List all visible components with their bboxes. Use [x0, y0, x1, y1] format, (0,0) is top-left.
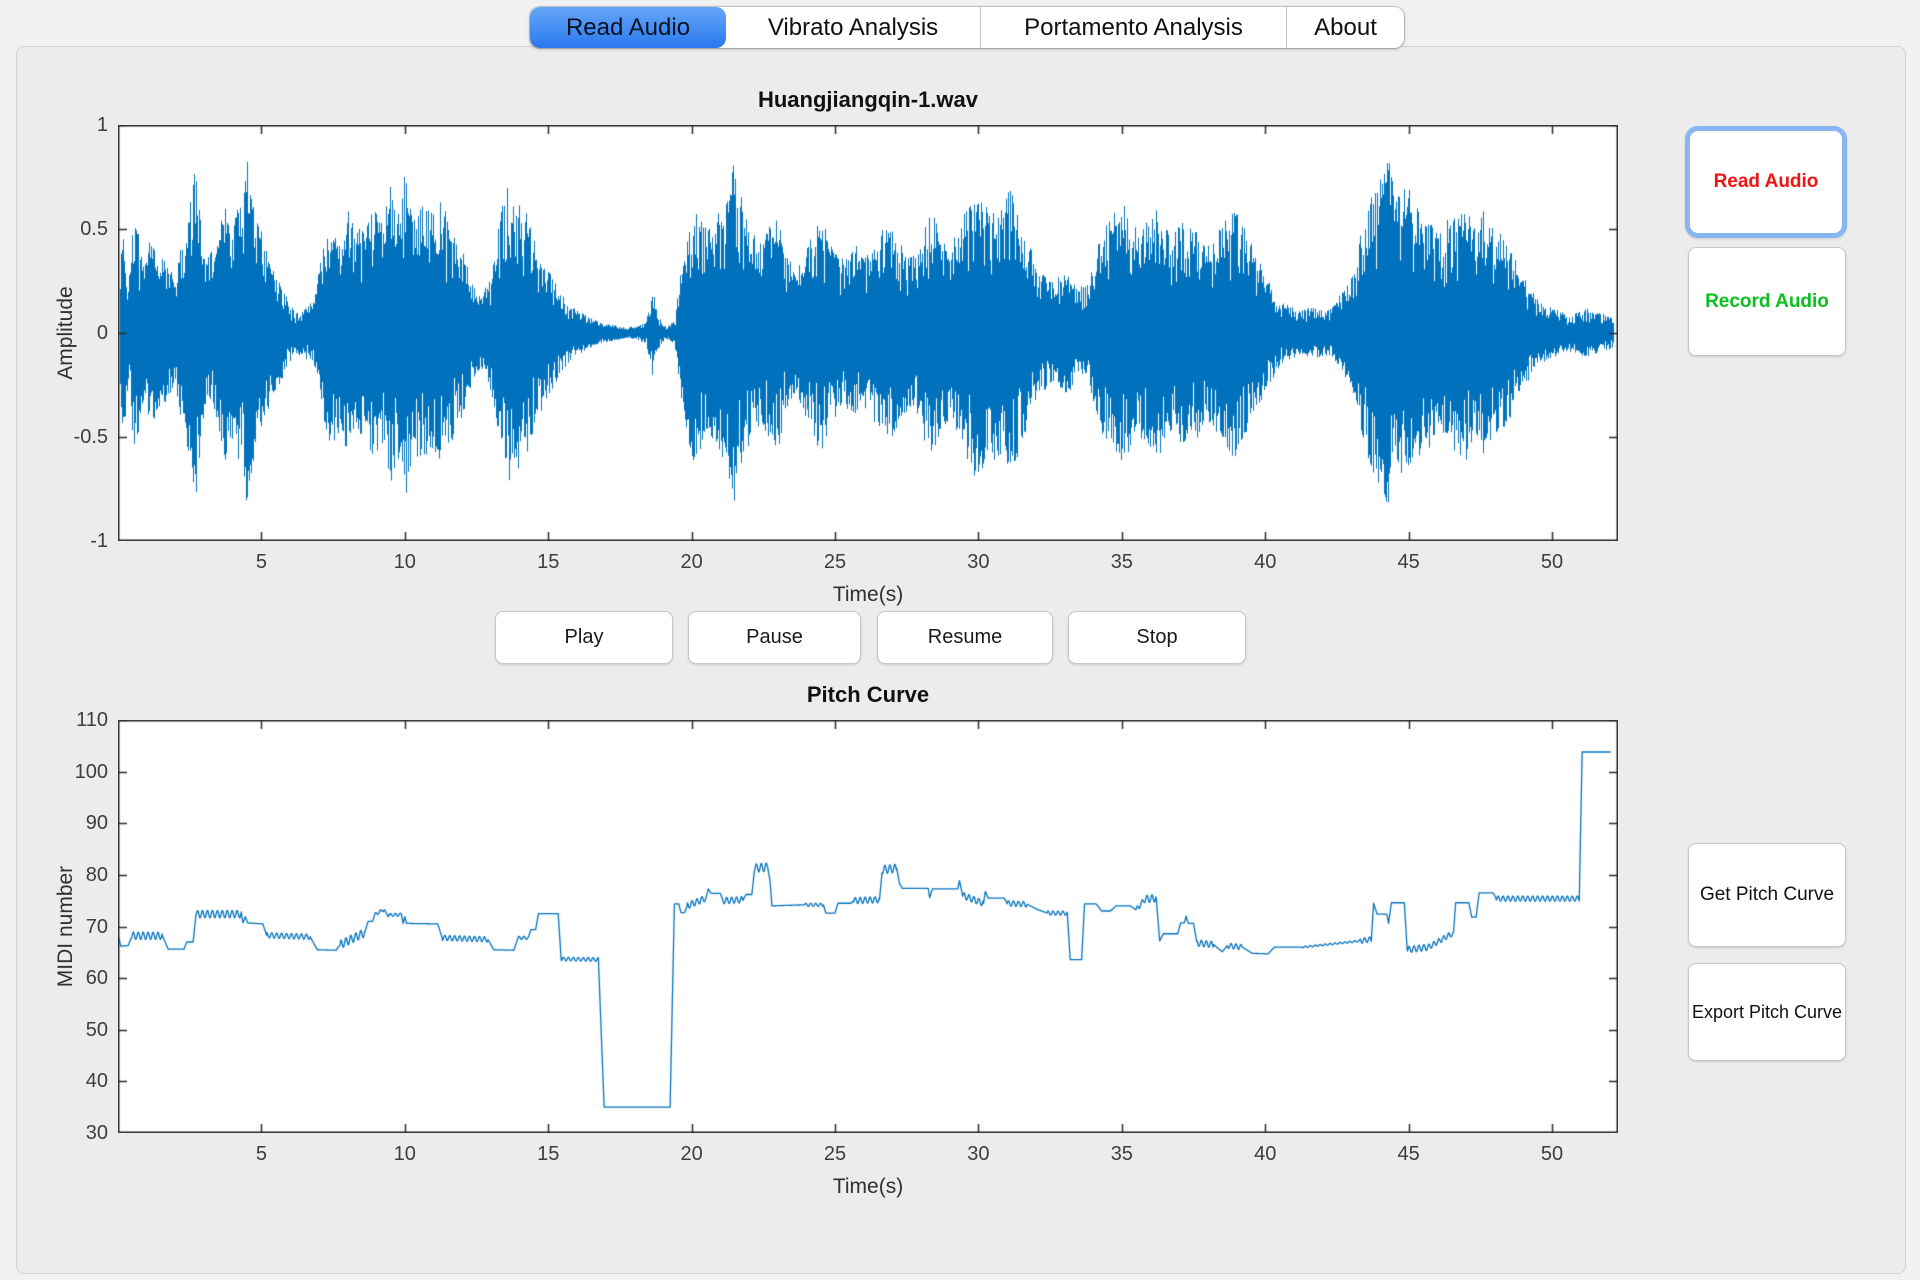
pitch-ylabel: MIDI number	[54, 865, 77, 988]
tab-about[interactable]: About	[1286, 7, 1404, 48]
pitch-curve-plot: Pitch Curve 5 10 15 20 25 30 35 40 45 50 110 100 90 8…	[54, 682, 1618, 1198]
pitch-curve-canvas	[118, 720, 1618, 1133]
record-audio-button[interactable]: Record Audio	[1688, 247, 1846, 356]
waveform-plot: Huangjiangqin-1.wav 5 10 15 20 25 30 35 40 45 50 1…	[54, 87, 1618, 606]
tab-read-audio[interactable]: Read Audio	[530, 7, 726, 48]
waveform-ylabel: Amplitude	[54, 286, 77, 380]
export-pitch-curve-button[interactable]: Export Pitch Curve	[1688, 963, 1846, 1061]
pitch-xlabel: Time(s)	[832, 1175, 904, 1198]
tab-vibrato-analysis[interactable]: Vibrato Analysis	[726, 7, 980, 48]
pause-button[interactable]: Pause	[688, 611, 861, 664]
stop-button[interactable]: Stop	[1068, 611, 1246, 664]
pitch-curve-title: Pitch Curve	[806, 682, 930, 707]
waveform-xlabel: Time(s)	[832, 583, 904, 606]
get-pitch-curve-button[interactable]: Get Pitch Curve	[1688, 843, 1846, 947]
tab-portamento-analysis[interactable]: Portamento Analysis	[980, 7, 1286, 48]
tab-bar: Read Audio Vibrato Analysis Portamento A…	[530, 7, 1404, 48]
read-audio-button[interactable]: Read Audio	[1685, 126, 1847, 238]
resume-button[interactable]: Resume	[877, 611, 1053, 664]
waveform-plot-canvas	[118, 125, 1618, 541]
play-button[interactable]: Play	[495, 611, 673, 664]
waveform-plot-title: Huangjiangqin-1.wav	[757, 87, 979, 112]
